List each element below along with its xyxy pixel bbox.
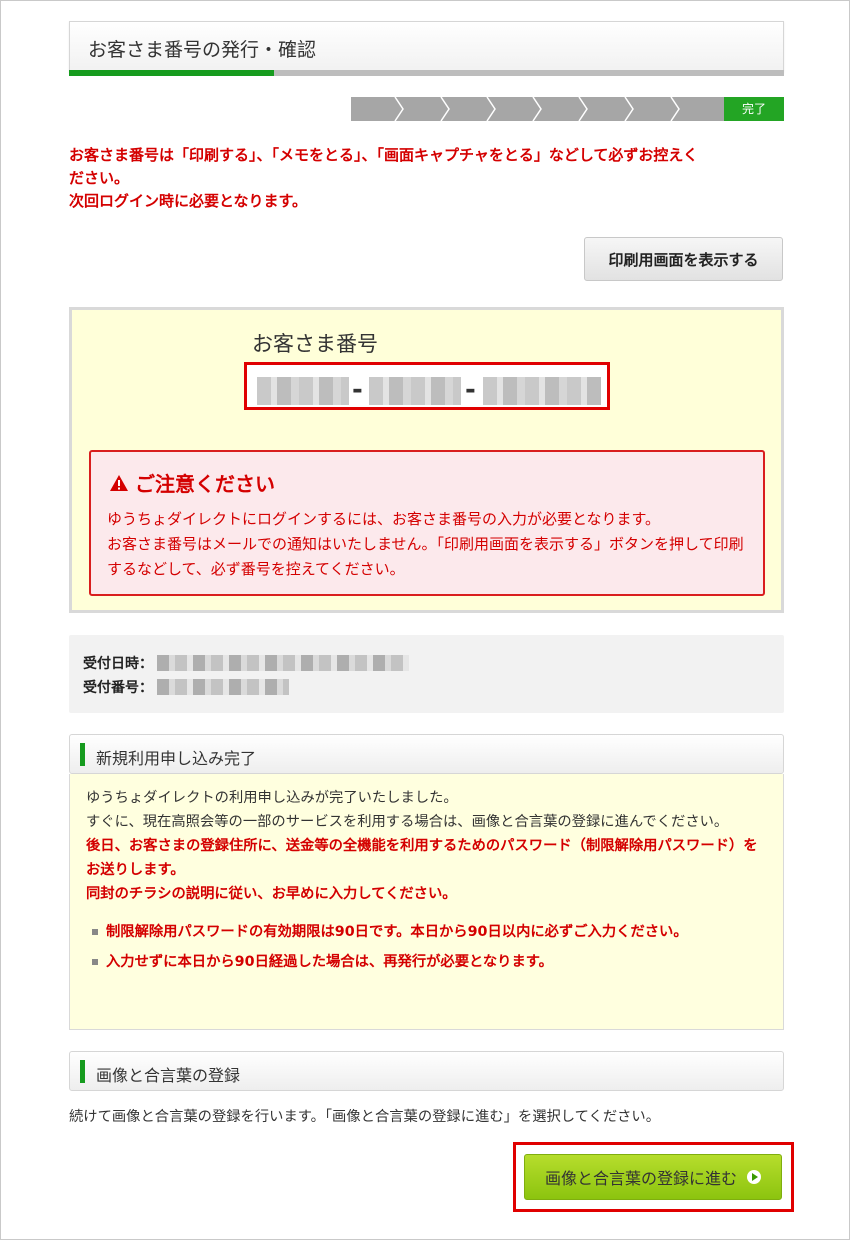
masked-receipt-number bbox=[157, 679, 289, 695]
title-progress-bar bbox=[69, 70, 784, 76]
masked-number-part bbox=[483, 377, 601, 405]
number-separator: - bbox=[465, 375, 476, 405]
complete-paragraph: ゆうちょダイレクトの利用申し込みが完了いたしました。 bbox=[86, 790, 458, 806]
step-done: 完了 bbox=[724, 97, 784, 121]
caution-line: ゆうちょダイレクトにログインするには、お客さま番号の入力が必要となります。 bbox=[107, 510, 661, 528]
top-warning: お客さま番号は「印刷する」、「メモをとる」、「画面キャプチャをとる」などして必ず… bbox=[69, 144, 784, 213]
top-warning-line: 次回ログイン時に必要となります。 bbox=[69, 192, 308, 210]
caution-title: ご注意ください bbox=[135, 472, 275, 496]
receipt-date-row: 受付日時： bbox=[83, 653, 409, 673]
receipt-date-label: 受付日時： bbox=[83, 656, 153, 672]
list-item: 入力せずに本日から90日経過した場合は、再発行が必要となります。 bbox=[92, 950, 767, 974]
customer-number-label: お客さま番号 bbox=[252, 332, 378, 356]
list-item: 制限解除用パスワードの有効期限は90日です。本日から90日以内に必ずご入力くださ… bbox=[92, 920, 767, 944]
caution-line: お客さま番号はメールでの通知はいたしません。「印刷用画面を表示する」ボタンを押し… bbox=[107, 535, 744, 578]
print-view-button[interactable]: 印刷用画面を表示する bbox=[584, 237, 783, 281]
page-title: お客さま番号の発行・確認 bbox=[88, 39, 317, 61]
masked-number-part bbox=[257, 377, 349, 405]
caution-text: ゆうちょダイレクトにログインするには、お客さま番号の入力が必要となります。 お客… bbox=[107, 507, 755, 582]
caution-notice: ご注意ください ゆうちょダイレクトにログインするには、お客さま番号の入力が必要と… bbox=[89, 450, 765, 596]
receipt-info: 受付日時： 受付番号： bbox=[69, 635, 784, 713]
section-heading-text: 新規利用申し込み完了 bbox=[96, 749, 257, 768]
section-heading: 画像と合言葉の登録 bbox=[69, 1051, 784, 1091]
step-chevrons bbox=[351, 97, 729, 121]
flyer-notice: 同封のチラシの説明に従い、お早めに入力してください。 bbox=[86, 886, 457, 902]
number-separator: - bbox=[352, 375, 363, 405]
proceed-button-highlight: 画像と合言葉の登録に進む bbox=[513, 1142, 794, 1212]
proceed-to-register-button[interactable]: 画像と合言葉の登録に進む bbox=[524, 1154, 782, 1200]
masked-number-part bbox=[369, 377, 461, 405]
receipt-number-label: 受付番号： bbox=[83, 680, 153, 696]
warning-icon bbox=[110, 474, 128, 491]
customer-number-value: - - bbox=[244, 362, 610, 410]
register-instruction: 続けて画像と合言葉の登録を行います。「画像と合言葉の登録に進む」を選択してくださ… bbox=[69, 1109, 661, 1125]
title-progress-fill bbox=[69, 70, 274, 76]
page-frame: お客さま番号の発行・確認 完了 お客さま番号は「印刷する」、「メモをとる」、「画… bbox=[0, 0, 850, 1240]
section-register-image-passphrase: 画像と合言葉の登録 bbox=[69, 1051, 784, 1091]
section-heading-text: 画像と合言葉の登録 bbox=[96, 1066, 241, 1085]
section-heading-marker bbox=[80, 743, 85, 766]
section-body: ゆうちょダイレクトの利用申し込みが完了いたしました。 すぐに、現在高照会等の一部… bbox=[69, 774, 784, 1030]
expiry-bullet-list: 制限解除用パスワードの有効期限は90日です。本日から90日以内に必ずご入力くださ… bbox=[86, 920, 767, 974]
receipt-number-row: 受付番号： bbox=[83, 677, 289, 697]
complete-paragraph: すぐに、現在高照会等の一部のサービスを利用する場合は、画像と合言葉の登録に進んで… bbox=[86, 814, 729, 830]
step-indicator: 完了 bbox=[351, 97, 784, 121]
section-heading: 新規利用申し込み完了 bbox=[69, 734, 784, 774]
password-notice: 後日、お客さまの登録住所に、送金等の全機能を利用するためのパスワード（制限解除用… bbox=[86, 838, 758, 878]
arrow-right-icon bbox=[747, 1170, 761, 1184]
proceed-button-label: 画像と合言葉の登録に進む bbox=[544, 1169, 737, 1188]
caution-title-row: ご注意ください bbox=[109, 468, 275, 497]
section-heading-marker bbox=[80, 1060, 85, 1083]
page-title-bar: お客さま番号の発行・確認 bbox=[69, 21, 784, 72]
masked-receipt-date bbox=[157, 655, 409, 671]
top-warning-line: ださい。 bbox=[69, 169, 130, 187]
section-application-complete: 新規利用申し込み完了 ゆうちょダイレクトの利用申し込みが完了いたしました。 すぐ… bbox=[69, 734, 784, 1030]
top-warning-line: お客さま番号は「印刷する」、「メモをとる」、「画面キャプチャをとる」などして必ず… bbox=[69, 146, 698, 164]
customer-number-panel: お客さま番号 - - ご注意ください ゆうちょダイレクトにログインするには、お客… bbox=[69, 307, 784, 613]
